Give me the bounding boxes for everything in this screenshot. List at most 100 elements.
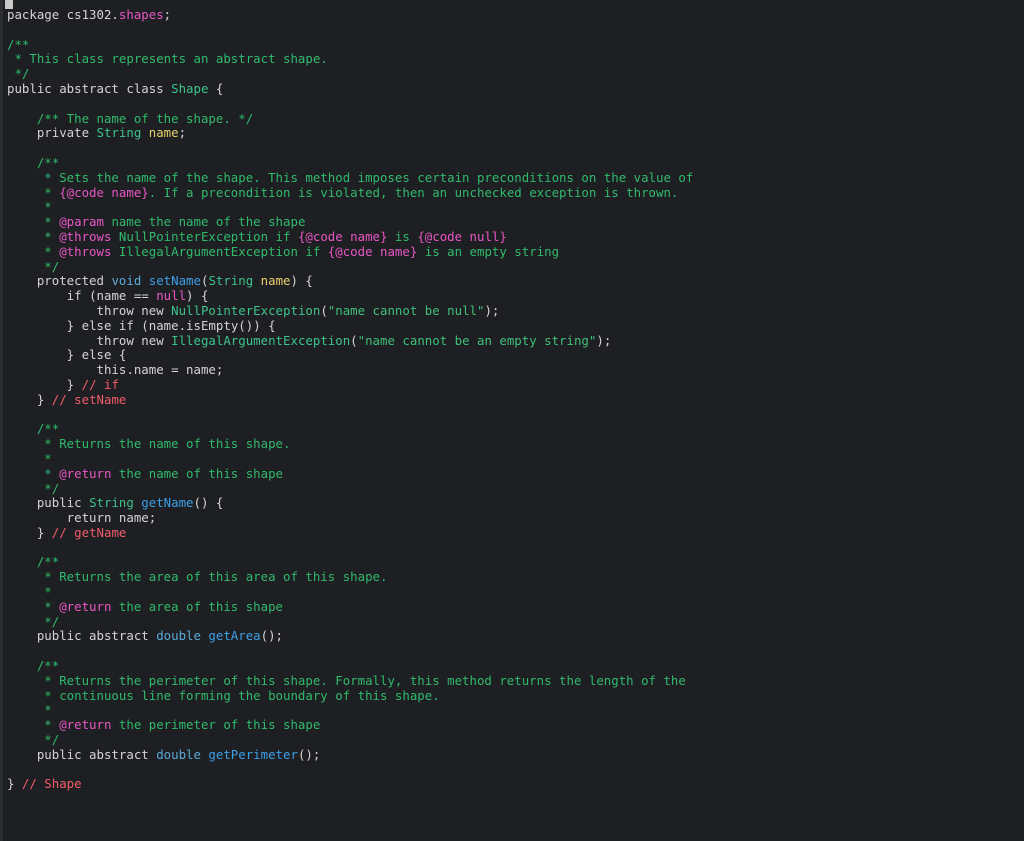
code-token: // setName bbox=[51, 391, 127, 407]
code-line[interactable]: * @return the name of this shape bbox=[7, 465, 693, 482]
code-token: ; bbox=[163, 7, 172, 22]
code-line[interactable]: public abstract double getArea(); bbox=[7, 629, 693, 644]
code-line[interactable]: } else if (name.isEmpty()) { bbox=[7, 317, 693, 334]
code-token: private bbox=[7, 125, 97, 141]
code-token: @return bbox=[59, 717, 112, 733]
code-line[interactable]: /** bbox=[7, 421, 693, 437]
code-token: /** bbox=[7, 658, 60, 674]
code-line[interactable]: * bbox=[7, 451, 693, 467]
code-token: // if bbox=[81, 376, 119, 392]
code-line[interactable]: * This class represents an abstract shap… bbox=[7, 51, 693, 67]
code-token: /** The name of the shape. */ bbox=[7, 110, 254, 126]
code-line[interactable] bbox=[7, 141, 693, 156]
code-line[interactable]: this.name = name; bbox=[7, 362, 693, 378]
code-line[interactable]: /** bbox=[7, 154, 693, 171]
code-editor[interactable]: package cs1302.shapes; /** * This class … bbox=[0, 0, 1024, 841]
code-line[interactable]: /** The name of the shape. */ bbox=[7, 110, 693, 127]
code-token: * bbox=[7, 598, 60, 614]
code-token: /** bbox=[7, 554, 60, 570]
code-token: IllegalArgumentException if bbox=[111, 243, 328, 259]
code-line[interactable]: */ bbox=[7, 732, 693, 748]
code-line[interactable] bbox=[7, 23, 693, 38]
code-token: .name = name; bbox=[126, 362, 224, 378]
code-line[interactable]: */ bbox=[7, 481, 693, 497]
code-line[interactable] bbox=[7, 541, 693, 556]
code-token: the name of this shape bbox=[111, 465, 284, 481]
code-token: () { bbox=[193, 495, 224, 511]
code-token: void bbox=[111, 273, 149, 289]
code-token: * bbox=[7, 465, 60, 481]
code-line[interactable]: if (name == null) { bbox=[7, 288, 693, 304]
code-token: @return bbox=[59, 465, 112, 481]
code-line[interactable]: * Sets the name of the shape. This metho… bbox=[7, 169, 694, 186]
code-line[interactable]: public String getName() { bbox=[7, 495, 693, 511]
code-line[interactable]: private String name; bbox=[7, 125, 693, 141]
code-token: public abstract bbox=[7, 628, 157, 644]
code-line[interactable]: * Returns the area of this area of this … bbox=[7, 569, 693, 585]
code-line[interactable]: */ bbox=[7, 66, 693, 82]
code-line[interactable] bbox=[7, 763, 693, 778]
code-line[interactable]: } // getName bbox=[7, 525, 693, 541]
code-line[interactable]: public abstract class Shape { bbox=[7, 81, 693, 97]
code-line[interactable]: return name; bbox=[7, 510, 693, 526]
code-line[interactable]: * @throws NullPointerException if {@code… bbox=[7, 228, 693, 245]
code-line[interactable]: } else { bbox=[7, 347, 693, 363]
code-token: name; bbox=[118, 510, 157, 526]
code-line[interactable]: * Returns the name of this shape. bbox=[7, 436, 693, 452]
code-line[interactable]: } // Shape bbox=[7, 777, 693, 792]
code-token: getName bbox=[141, 495, 194, 511]
code-line[interactable]: * @param name the name of the shape bbox=[7, 214, 693, 230]
code-line[interactable]: * bbox=[7, 584, 693, 600]
code-token: /** bbox=[7, 154, 60, 170]
editor-gutter bbox=[0, 0, 3, 841]
code-line[interactable]: * @return the area of this shape bbox=[7, 598, 693, 615]
code-token: double bbox=[156, 628, 209, 644]
code-token: @throws bbox=[59, 228, 112, 244]
code-line[interactable]: throw new IllegalArgumentException("name… bbox=[7, 332, 693, 349]
code-line[interactable]: */ bbox=[7, 259, 693, 275]
code-token: package cs1302. bbox=[7, 7, 119, 22]
code-line[interactable]: /** bbox=[7, 658, 693, 674]
code-token: ); bbox=[596, 332, 612, 348]
code-token: } bbox=[7, 376, 82, 392]
code-line[interactable]: * continuous line forming the boundary o… bbox=[7, 687, 693, 704]
code-token: * Sets the name of the shape. This metho… bbox=[7, 169, 694, 185]
code-line[interactable]: /** bbox=[7, 36, 693, 53]
code-token: * This class represents an abstract shap… bbox=[7, 51, 328, 67]
code-line[interactable] bbox=[7, 408, 693, 423]
code-line[interactable]: * @throws IllegalArgumentException if {@… bbox=[7, 243, 693, 260]
code-token: * continuous line forming the boundary o… bbox=[7, 687, 440, 703]
code-line[interactable]: package cs1302.shapes; bbox=[7, 7, 693, 23]
code-token: null bbox=[156, 288, 187, 304]
code-line[interactable]: * @return the perimeter of this shape bbox=[7, 717, 693, 733]
code-line[interactable]: } // if bbox=[7, 376, 693, 393]
code-line[interactable]: throw new NullPointerException("name can… bbox=[7, 302, 693, 319]
code-line[interactable]: } // setName bbox=[7, 391, 693, 408]
code-line[interactable] bbox=[7, 97, 693, 112]
source-code[interactable]: package cs1302.shapes; /** * This class … bbox=[7, 7, 694, 792]
code-line[interactable]: /** bbox=[7, 555, 693, 570]
code-token: ) { bbox=[186, 288, 209, 304]
code-line[interactable] bbox=[7, 644, 693, 659]
code-token: . If a precondition is violated, then an… bbox=[148, 184, 679, 200]
code-line[interactable]: protected void setName(String name) { bbox=[7, 273, 693, 289]
code-token: } bbox=[7, 317, 82, 333]
code-token: * bbox=[7, 584, 52, 600]
code-line[interactable]: * Returns the perimeter of this shape. F… bbox=[7, 673, 693, 689]
code-token: * Returns the area of this area of this … bbox=[7, 569, 388, 585]
code-token: name the name of the shape bbox=[103, 214, 306, 230]
code-line[interactable]: public abstract double getPerimeter(); bbox=[7, 746, 693, 763]
code-token: getArea bbox=[208, 628, 261, 644]
code-token: throw new bbox=[7, 302, 172, 318]
code-token: protected bbox=[7, 273, 112, 289]
code-token: * bbox=[7, 214, 60, 230]
code-token: if bbox=[7, 288, 90, 304]
code-line[interactable]: * {@code name}. If a precondition is vio… bbox=[7, 184, 693, 201]
code-line[interactable]: */ bbox=[7, 614, 693, 630]
code-token: getPerimeter bbox=[208, 746, 298, 762]
code-line[interactable]: * bbox=[7, 199, 693, 215]
code-token: @throws bbox=[59, 243, 112, 259]
code-line[interactable]: * bbox=[7, 703, 693, 718]
code-token: * bbox=[7, 199, 52, 215]
code-token: /** bbox=[7, 36, 30, 52]
